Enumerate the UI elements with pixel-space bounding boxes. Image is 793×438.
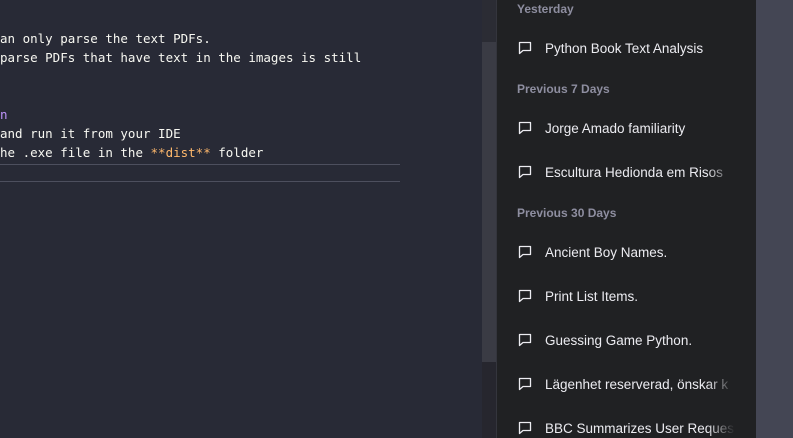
chat-history-label: Jorge Amado familiarity	[545, 120, 686, 136]
code-token: an only parse the text PDFs.	[0, 31, 211, 46]
code-line: parse PDFs that have text in the images …	[0, 48, 361, 67]
code-editor[interactable]: an only parse the text PDFs. parse PDFs t…	[0, 0, 482, 438]
code-content[interactable]: an only parse the text PDFs. parse PDFs t…	[0, 29, 361, 162]
code-line: he .exe file in the **dist** folder	[0, 143, 361, 162]
section-heading-previous-30-days: Previous 30 Days	[517, 206, 617, 220]
chat-bubble-icon	[518, 245, 532, 259]
code-token: and run it from your IDE	[0, 126, 181, 141]
chat-history-item[interactable]: Ancient Boy Names.	[505, 233, 749, 271]
scrollbar-track	[482, 0, 496, 42]
chat-history-label: Lägenhet reserverad, önskar k	[545, 376, 729, 392]
chat-bubble-icon	[518, 165, 532, 179]
chat-history-label: Guessing Game Python.	[545, 332, 693, 348]
chat-bubble-icon	[518, 289, 532, 303]
chat-history-label: Escultura Hedionda em Risos	[545, 164, 723, 180]
chat-history-sidebar: Yesterday Python Book Text Analysis Prev…	[496, 0, 756, 438]
code-token: folder	[210, 145, 264, 160]
section-heading-yesterday: Yesterday	[517, 2, 574, 16]
code-line: n	[0, 105, 361, 124]
line-divider	[0, 181, 400, 182]
chat-history-item[interactable]: Print List Items.	[505, 277, 749, 315]
chat-history-label: Python Book Text Analysis	[545, 40, 704, 56]
page-background	[756, 0, 793, 438]
chat-history-label: Print List Items.	[545, 288, 639, 304]
chat-history-item[interactable]: Lägenhet reserverad, önskar k	[505, 365, 749, 403]
chat-history-item[interactable]: BBC Summarizes User Reques	[505, 409, 749, 438]
chat-bubble-icon	[518, 421, 532, 435]
chat-bubble-icon	[518, 333, 532, 347]
section-heading-previous-7-days: Previous 7 Days	[517, 82, 610, 96]
code-line: and run it from your IDE	[0, 124, 361, 143]
chat-history-label: Ancient Boy Names.	[545, 244, 668, 260]
chat-history-label: BBC Summarizes User Reques	[545, 420, 735, 436]
chat-history-item[interactable]: Escultura Hedionda em Risos	[505, 153, 749, 191]
chat-history-item[interactable]: Python Book Text Analysis	[505, 29, 749, 67]
code-line: an only parse the text PDFs.	[0, 29, 361, 48]
chat-bubble-icon	[518, 377, 532, 391]
chat-bubble-icon	[518, 121, 532, 135]
chat-history-item[interactable]: Guessing Game Python.	[505, 321, 749, 359]
code-token: **dist**	[150, 145, 211, 160]
line-divider	[0, 164, 400, 165]
code-token: parse PDFs that have text in the images …	[0, 50, 362, 65]
chat-bubble-icon	[518, 41, 532, 55]
code-token: he .exe file in the	[0, 145, 151, 160]
chat-history-item[interactable]: Jorge Amado familiarity	[505, 109, 749, 147]
editor-scrollbar[interactable]	[482, 0, 496, 438]
code-token: n	[0, 107, 8, 122]
scrollbar-thumb[interactable]	[482, 42, 496, 362]
